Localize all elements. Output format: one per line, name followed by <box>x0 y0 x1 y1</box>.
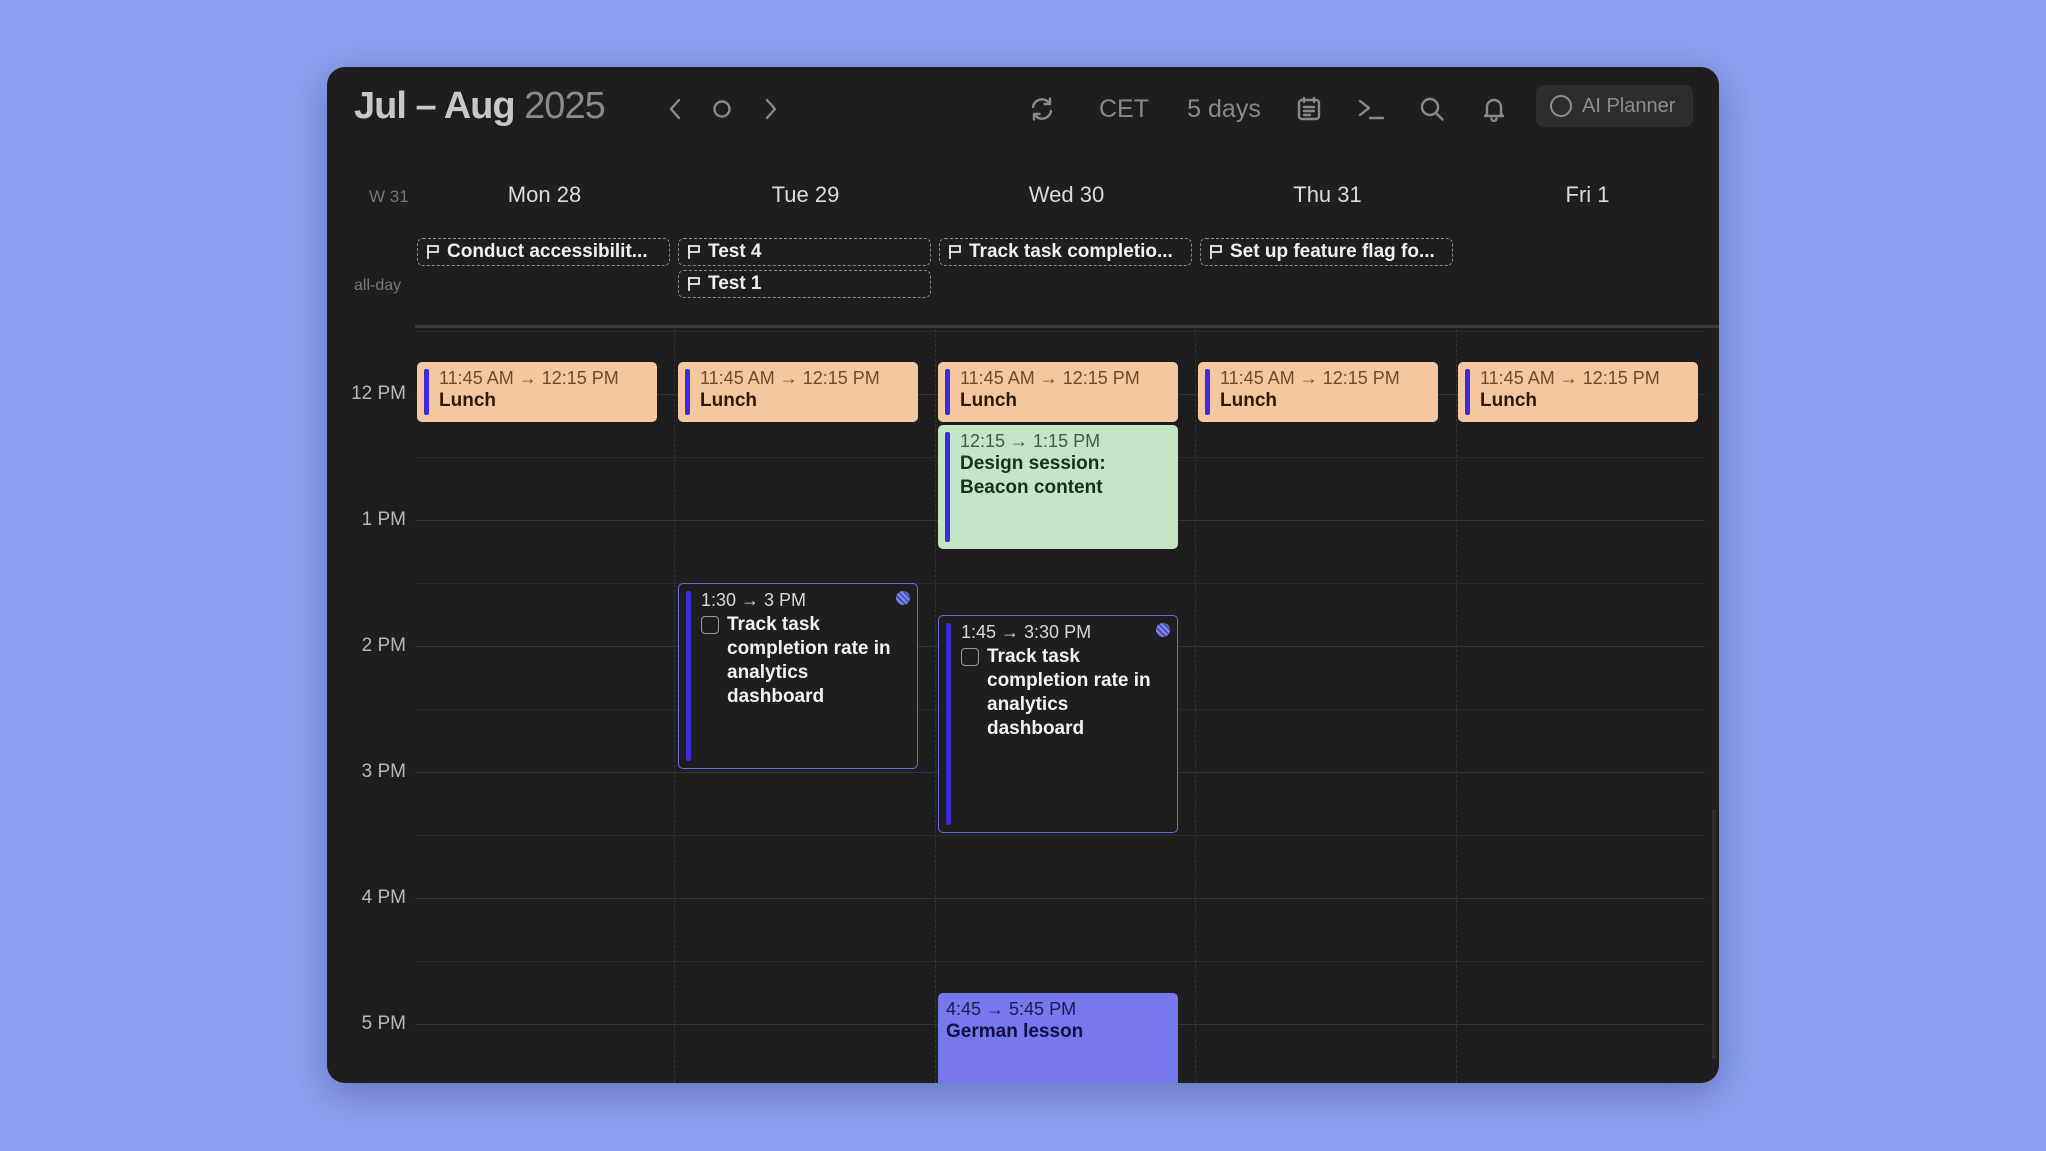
next-button[interactable] <box>756 87 786 131</box>
task-checkbox[interactable] <box>701 616 719 634</box>
event-color-bar <box>424 369 429 415</box>
timezone-button[interactable]: CET <box>1089 87 1159 131</box>
task-status-icon <box>896 591 910 605</box>
flag-icon <box>688 277 700 291</box>
task-checkbox[interactable] <box>961 648 979 666</box>
grid-line <box>415 898 1705 899</box>
event-design-session[interactable]: 12:15 → 1:15 PM Design session: Beacon c… <box>938 425 1178 549</box>
today-button[interactable] <box>707 87 737 131</box>
event-time: 12:15 → 1:15 PM <box>960 431 1101 451</box>
day-header-mon[interactable]: Mon 28 <box>414 182 675 208</box>
event-time: 1:30 → 3 PM <box>701 590 807 610</box>
event-title: Lunch <box>1480 390 1537 411</box>
week-number: W 31 <box>369 187 409 206</box>
event-lunch-mon[interactable]: 11:45 AM → 12:15 PM Lunch <box>417 362 657 422</box>
flag-icon <box>427 245 439 259</box>
all-day-label: all-day <box>354 277 402 294</box>
all-day-event[interactable]: Test 4 <box>678 238 931 266</box>
hour-label: 12 PM <box>351 383 406 404</box>
circle-today-icon <box>713 100 731 118</box>
event-color-bar <box>1205 369 1210 415</box>
event-title: Design session: Beacon content <box>960 453 1106 498</box>
ai-planner-icon <box>1550 95 1572 117</box>
event-color-bar <box>1465 369 1470 415</box>
task-status-icon <box>1156 623 1170 637</box>
flag-icon <box>1210 245 1222 259</box>
event-title: Track task completion rate in analytics … <box>987 646 1151 739</box>
event-task-tue[interactable]: 1:30 → 3 PM Track task completion rate i… <box>678 583 918 769</box>
grid-line <box>415 835 1705 836</box>
event-title: Lunch <box>700 390 757 411</box>
flag-icon <box>688 245 700 259</box>
event-title: Lunch <box>439 390 496 411</box>
event-color-bar <box>685 369 690 415</box>
all-day-event[interactable]: Test 1 <box>678 270 931 298</box>
hour-label: 3 PM <box>361 761 406 782</box>
refresh-icon <box>1031 97 1053 121</box>
column-divider <box>674 329 675 1083</box>
terminal-icon <box>1358 99 1385 120</box>
event-color-bar <box>945 369 950 415</box>
refresh-button[interactable] <box>1020 87 1064 131</box>
grid-line <box>415 583 1705 584</box>
event-lunch-fri[interactable]: 11:45 AM → 12:15 PM Lunch <box>1458 362 1698 422</box>
event-time: 11:45 AM → 12:15 PM <box>1480 368 1660 388</box>
event-german-lesson[interactable]: 4:45 → 5:45 PM German lesson <box>938 993 1178 1083</box>
day-header-thu[interactable]: Thu 31 <box>1197 182 1458 208</box>
event-title: Lunch <box>1220 390 1277 411</box>
column-divider <box>935 329 936 1083</box>
event-time: 1:45 → 3:30 PM <box>961 622 1092 642</box>
event-color-bar <box>946 623 951 825</box>
event-lunch-thu[interactable]: 11:45 AM → 12:15 PM Lunch <box>1198 362 1438 422</box>
notifications-button[interactable] <box>1472 87 1516 131</box>
day-header-wed[interactable]: Wed 30 <box>936 182 1197 208</box>
prev-button[interactable] <box>660 87 690 131</box>
event-time: 11:45 AM → 12:15 PM <box>960 368 1140 388</box>
bell-icon <box>1483 98 1505 122</box>
hour-label: 1 PM <box>361 509 406 530</box>
column-divider <box>1456 329 1457 1083</box>
event-lunch-wed[interactable]: 11:45 AM → 12:15 PM Lunch <box>938 362 1178 422</box>
chevron-right-icon <box>765 98 777 120</box>
hour-label: 4 PM <box>361 887 406 908</box>
event-time: 11:45 AM → 12:15 PM <box>700 368 880 388</box>
event-title: Lunch <box>960 390 1017 411</box>
ai-planner-button[interactable]: AI Planner <box>1536 85 1693 127</box>
grid-line <box>415 331 1705 332</box>
all-day-event[interactable]: Conduct accessibilit... <box>417 238 670 266</box>
event-time: 4:45 → 5:45 PM <box>946 999 1077 1019</box>
event-title: German lesson <box>946 1021 1084 1042</box>
scrollbar[interactable] <box>1712 809 1716 1059</box>
all-day-event[interactable]: Track task completio... <box>939 238 1192 266</box>
hour-label: 5 PM <box>361 1013 406 1034</box>
event-color-bar <box>945 432 950 542</box>
chevron-left-icon <box>669 98 681 120</box>
event-lunch-tue[interactable]: 11:45 AM → 12:15 PM Lunch <box>678 362 918 422</box>
event-color-bar <box>686 591 691 761</box>
search-icon <box>1420 97 1444 121</box>
event-title: Track task completion rate in analytics … <box>727 614 891 707</box>
flag-icon <box>949 245 961 259</box>
title-months: Jul – Aug <box>354 85 516 127</box>
day-header-tue[interactable]: Tue 29 <box>675 182 936 208</box>
event-time: 11:45 AM → 12:15 PM <box>439 368 619 388</box>
all-day-event[interactable]: Set up feature flag fo... <box>1200 238 1453 266</box>
all-day-separator <box>415 325 1719 328</box>
view-range-button[interactable]: 5 days <box>1179 87 1269 131</box>
hour-label: 2 PM <box>361 635 406 656</box>
event-time: 11:45 AM → 12:15 PM <box>1220 368 1400 388</box>
calendar-icon <box>1297 96 1321 121</box>
event-task-wed[interactable]: 1:45 → 3:30 PM Track task completion rat… <box>938 615 1178 833</box>
command-button[interactable] <box>1349 87 1393 131</box>
ai-planner-label: AI Planner <box>1582 94 1676 117</box>
calendar-button[interactable] <box>1287 87 1331 131</box>
title-year: 2025 <box>524 85 606 127</box>
search-button[interactable] <box>1410 87 1454 131</box>
calendar-window: Jul – Aug 2025 CET 5 days AI Planner W 3… <box>327 67 1719 1083</box>
grid-line <box>415 961 1705 962</box>
day-header-fri[interactable]: Fri 1 <box>1457 182 1718 208</box>
column-divider <box>1195 329 1196 1083</box>
page-title: Jul – Aug 2025 <box>354 85 606 128</box>
time-grid[interactable]: 12 PM 1 PM 2 PM 3 PM 4 PM 5 PM 11:45 AM … <box>327 329 1719 1083</box>
